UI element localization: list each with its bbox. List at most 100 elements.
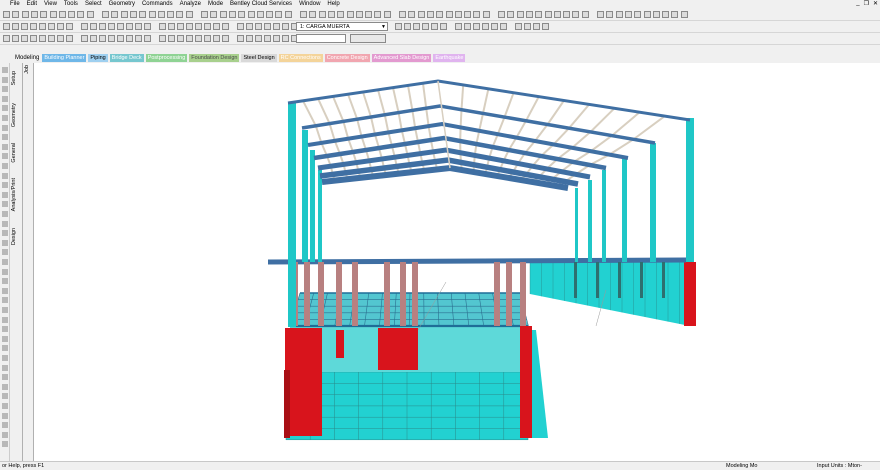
tool-icon[interactable] bbox=[2, 412, 8, 419]
tool-icon[interactable] bbox=[2, 316, 8, 323]
toolbar-button-icon[interactable] bbox=[204, 35, 211, 42]
tool-icon[interactable] bbox=[2, 249, 8, 256]
tab-postprocessing[interactable]: Postprocessing bbox=[145, 53, 188, 62]
toolbar-button-icon[interactable] bbox=[186, 23, 193, 30]
toolbar-button-icon[interactable] bbox=[399, 11, 406, 18]
toolbar-button-icon[interactable] bbox=[58, 11, 66, 18]
toolbar-button-icon[interactable] bbox=[30, 23, 37, 30]
tool-icon[interactable] bbox=[2, 191, 8, 198]
tool-icon[interactable] bbox=[2, 239, 8, 246]
menu-help[interactable]: Help bbox=[327, 0, 339, 9]
tool-icon[interactable] bbox=[2, 422, 8, 429]
tab-concrete-design[interactable]: Concrete Design bbox=[324, 53, 370, 62]
tab-building-planner[interactable]: Building Planner bbox=[42, 53, 87, 62]
menu-edit[interactable]: Edit bbox=[27, 0, 37, 9]
toolbar-button-icon[interactable] bbox=[48, 35, 55, 42]
toolbar-button-icon[interactable] bbox=[652, 11, 660, 18]
tool-icon[interactable] bbox=[2, 393, 8, 400]
toolbar-button-icon[interactable] bbox=[168, 23, 175, 30]
toolbar-button-icon[interactable] bbox=[445, 11, 453, 18]
toolbar-button-icon[interactable] bbox=[500, 23, 507, 30]
menu-commands[interactable]: Commands bbox=[142, 0, 173, 9]
toolbar-button-icon[interactable] bbox=[408, 11, 416, 18]
toolbar-button-icon[interactable] bbox=[597, 11, 604, 18]
toolbar-button-icon[interactable] bbox=[440, 23, 447, 30]
toolbar-button-icon[interactable] bbox=[318, 11, 326, 18]
toolbar-button-icon[interactable] bbox=[139, 11, 147, 18]
toolbar-button-icon[interactable] bbox=[201, 11, 208, 18]
toolbar-button-icon[interactable] bbox=[264, 23, 271, 30]
toolbar-button-icon[interactable] bbox=[99, 35, 106, 42]
toolbar-button-icon[interactable] bbox=[300, 11, 307, 18]
toolbar-button-icon[interactable] bbox=[49, 11, 57, 18]
tool-icon[interactable] bbox=[2, 86, 8, 93]
tab-piping[interactable]: Piping bbox=[88, 53, 108, 62]
tool-icon[interactable] bbox=[2, 124, 8, 131]
toolbar-button-icon[interactable] bbox=[473, 23, 480, 30]
tool-icon[interactable] bbox=[2, 95, 8, 102]
toolbar-button-icon[interactable] bbox=[572, 11, 580, 18]
toolbar-button-icon[interactable] bbox=[337, 11, 345, 18]
model-viewport[interactable] bbox=[34, 63, 880, 461]
tool-icon[interactable] bbox=[2, 278, 8, 285]
menu-select[interactable]: Select bbox=[85, 0, 102, 9]
toolbar-button-icon[interactable] bbox=[383, 11, 391, 18]
tool-icon[interactable] bbox=[2, 383, 8, 390]
toolbar-button-icon[interactable] bbox=[255, 35, 262, 42]
toolbar-button-icon[interactable] bbox=[246, 23, 253, 30]
toolbar-button-icon[interactable] bbox=[117, 35, 124, 42]
toolbar-button-icon[interactable] bbox=[135, 35, 142, 42]
menu-bentley-cloud-services[interactable]: Bentley Cloud Services bbox=[230, 0, 292, 9]
toolbar-button-icon[interactable] bbox=[102, 11, 109, 18]
toolbar-button-icon[interactable] bbox=[157, 11, 165, 18]
toolbar-button-icon[interactable] bbox=[129, 11, 137, 18]
toolbar-button-icon[interactable] bbox=[346, 11, 354, 18]
toolbar-button-icon[interactable] bbox=[39, 23, 46, 30]
toolbar-button-icon[interactable] bbox=[553, 11, 561, 18]
toolbar-button-icon[interactable] bbox=[256, 11, 264, 18]
toolbar-button-icon[interactable] bbox=[273, 23, 280, 30]
tool-icon[interactable] bbox=[2, 172, 8, 179]
toolbar-button-icon[interactable] bbox=[12, 11, 20, 18]
toolbar-button-icon[interactable] bbox=[680, 11, 688, 18]
toolbar-button-icon[interactable] bbox=[535, 11, 543, 18]
tab-analysis-print[interactable]: Analysis/Print bbox=[11, 178, 17, 211]
tool-icon[interactable] bbox=[2, 143, 8, 150]
toolbar-button-icon[interactable] bbox=[247, 11, 255, 18]
toolbar-button-icon[interactable] bbox=[624, 11, 632, 18]
toolbar-button-icon[interactable] bbox=[404, 23, 411, 30]
toolbar-button-icon[interactable] bbox=[542, 23, 549, 30]
toolbar-button-icon[interactable] bbox=[148, 11, 156, 18]
toolbar-button-icon[interactable] bbox=[275, 11, 283, 18]
toolbar-button-icon[interactable] bbox=[167, 11, 175, 18]
toolbar-button-icon[interactable] bbox=[111, 11, 119, 18]
menu-file[interactable]: File bbox=[10, 0, 20, 9]
toolbar-button-icon[interactable] bbox=[284, 11, 292, 18]
toolbar-button-icon[interactable] bbox=[238, 11, 246, 18]
tab-steel-design[interactable]: Steel Design bbox=[241, 53, 277, 62]
toolbar-button-icon[interactable] bbox=[491, 23, 498, 30]
tool-icon[interactable] bbox=[2, 297, 8, 304]
tab-general[interactable]: General bbox=[11, 143, 17, 163]
tool-icon[interactable] bbox=[2, 163, 8, 169]
toolbar-button-icon[interactable] bbox=[3, 23, 10, 30]
toolbar-button-icon[interactable] bbox=[177, 35, 184, 42]
toolbar-button-icon[interactable] bbox=[282, 35, 289, 42]
toolbar-button-icon[interactable] bbox=[120, 11, 128, 18]
tab-design[interactable]: Design bbox=[11, 228, 17, 245]
toolbar-button-icon[interactable] bbox=[12, 23, 19, 30]
tool-icon[interactable] bbox=[2, 115, 8, 121]
toolbar-button-icon[interactable] bbox=[455, 23, 462, 30]
toolbar-button-icon[interactable] bbox=[204, 23, 211, 30]
toolbar-button-icon[interactable] bbox=[81, 23, 88, 30]
toolbar-button-icon[interactable] bbox=[544, 11, 552, 18]
toolbar-button-icon[interactable] bbox=[66, 35, 73, 42]
toolbar-button-icon[interactable] bbox=[30, 35, 37, 42]
toolbar-button-icon[interactable] bbox=[581, 11, 589, 18]
toolbar-button-icon[interactable] bbox=[12, 35, 19, 42]
toolbar-button-icon[interactable] bbox=[282, 23, 289, 30]
tool-icon[interactable] bbox=[2, 230, 8, 237]
toolbar-button-icon[interactable] bbox=[516, 11, 524, 18]
toolbar-button-icon[interactable] bbox=[144, 35, 151, 42]
toolbar-button-icon[interactable] bbox=[327, 11, 335, 18]
